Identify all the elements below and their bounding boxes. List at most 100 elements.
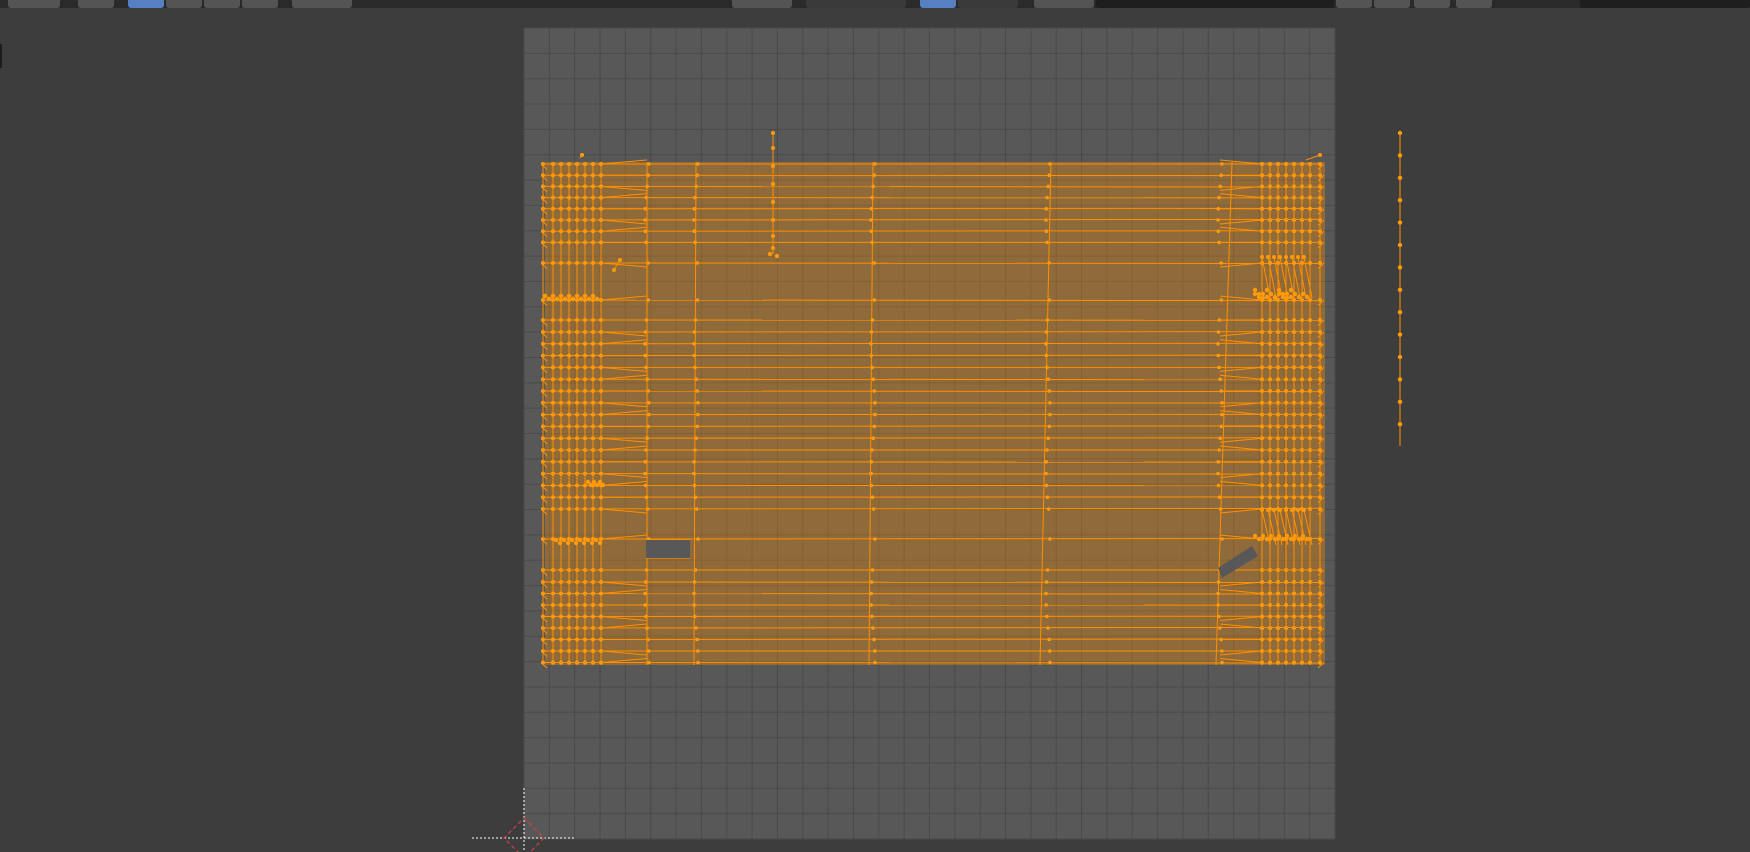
uv-vertex	[575, 471, 579, 476]
uv-vertex	[591, 507, 595, 511]
uv-vertex	[541, 626, 545, 630]
uv-vertex	[1318, 162, 1322, 166]
uv-vertex	[1318, 206, 1322, 211]
uv-vertex	[567, 318, 571, 322]
uv-vertex	[692, 460, 697, 464]
uv-vertex	[591, 195, 595, 200]
uv-vertex	[1044, 353, 1049, 358]
uv-vertex	[583, 206, 587, 211]
uv-vertex	[583, 412, 587, 417]
uv-vertex	[575, 637, 579, 642]
uv-vertex	[646, 424, 651, 429]
uv-vertex	[645, 436, 649, 441]
uv-vertex	[1260, 436, 1264, 441]
uv-vertex	[1300, 471, 1304, 476]
uv-vertex	[1217, 614, 1221, 619]
uv-vertex	[599, 412, 603, 417]
uv-vertex	[575, 206, 579, 211]
uv-vertex	[567, 448, 571, 452]
uv-vertex	[559, 603, 563, 607]
uv-vertex	[1397, 377, 1403, 382]
uv-vertex	[1260, 318, 1264, 322]
uv-vertex	[559, 330, 563, 334]
uv-vertex	[1318, 649, 1322, 653]
uv-vertex	[643, 483, 648, 488]
uv-vertex	[1216, 603, 1220, 607]
uv-vertex	[1292, 591, 1296, 596]
uv-vertex	[643, 580, 648, 584]
uv-vertex	[1268, 649, 1272, 653]
uv-vertex	[591, 637, 595, 642]
uv-vertex	[567, 660, 571, 665]
uv-vertex	[551, 353, 555, 358]
uv-vertex	[1292, 660, 1296, 665]
uv-edge	[544, 218, 1323, 221]
uv-vertex	[1300, 377, 1304, 382]
uv-vertex	[1276, 240, 1280, 245]
uv-face-fill	[545, 162, 1325, 665]
uv-viewport-svg[interactable]	[0, 0, 1750, 852]
uv-vertex	[870, 568, 875, 572]
uv-vertex	[591, 580, 595, 584]
uv-vertex	[1047, 424, 1052, 429]
uv-vertex	[1290, 508, 1294, 512]
uv-vertex	[1302, 255, 1306, 259]
uv-vertex	[1284, 218, 1288, 222]
uv-vertex	[541, 218, 545, 222]
uv-vertex	[559, 660, 563, 665]
uv-vertex	[771, 246, 775, 250]
uv-vertex	[541, 649, 545, 653]
uv-vertex	[1284, 400, 1288, 405]
uv-vertex	[1318, 507, 1322, 511]
uv-vertex	[1308, 568, 1312, 572]
uv-vertex	[578, 296, 584, 302]
uv-vertex	[1292, 298, 1296, 302]
uv-vertex	[693, 448, 697, 452]
uv-vertex	[551, 591, 555, 596]
uv-vertex	[1218, 184, 1223, 189]
uv-vertex	[577, 537, 583, 543]
uv-viewport[interactable]	[0, 0, 1750, 852]
uv-vertex	[559, 637, 563, 642]
uv-vertex	[541, 195, 545, 200]
uv-vertex	[693, 240, 697, 245]
uv-vertex	[1260, 603, 1264, 607]
uv-vertex	[1268, 389, 1272, 393]
uv-vertex	[559, 483, 563, 488]
uv-vertex	[599, 471, 603, 476]
uv-vertex	[1300, 448, 1304, 452]
uv-vertex	[551, 400, 555, 405]
uv-vertex	[559, 400, 563, 405]
uv-vertex	[567, 218, 571, 222]
uv-vertex	[591, 261, 595, 265]
uv-vertex	[590, 293, 596, 299]
uv-vertex	[1308, 206, 1312, 211]
uv-vertex	[695, 389, 700, 393]
uv-vertex	[1300, 495, 1304, 500]
uv-vertex	[551, 471, 555, 476]
uv-vertex	[643, 229, 648, 233]
uv-vertex	[562, 296, 568, 302]
uv-vertex	[1268, 353, 1272, 358]
uv-vertex	[541, 660, 545, 665]
uv-vertex	[551, 580, 555, 584]
uv-vertex	[645, 507, 650, 511]
uv-vertex	[575, 240, 579, 245]
uv-vertex	[575, 365, 579, 370]
uv-vertex	[1264, 294, 1270, 300]
uv-vertex	[1219, 261, 1223, 265]
uv-vertex	[1284, 240, 1288, 245]
uv-vertex	[1048, 401, 1052, 405]
uv-vertex	[1260, 591, 1264, 596]
uv-vertex	[1300, 195, 1304, 200]
uv-vertex	[567, 603, 571, 607]
uv-vertex	[1292, 471, 1296, 476]
uv-vertex	[541, 173, 545, 178]
uv-vertex	[567, 471, 571, 476]
uv-vertex	[599, 649, 603, 653]
uv-vertex	[644, 240, 648, 245]
uv-vertex	[1292, 483, 1296, 488]
uv-vertex	[1268, 603, 1272, 607]
uv-vertex	[600, 482, 606, 488]
uv-vertex	[1218, 507, 1223, 511]
